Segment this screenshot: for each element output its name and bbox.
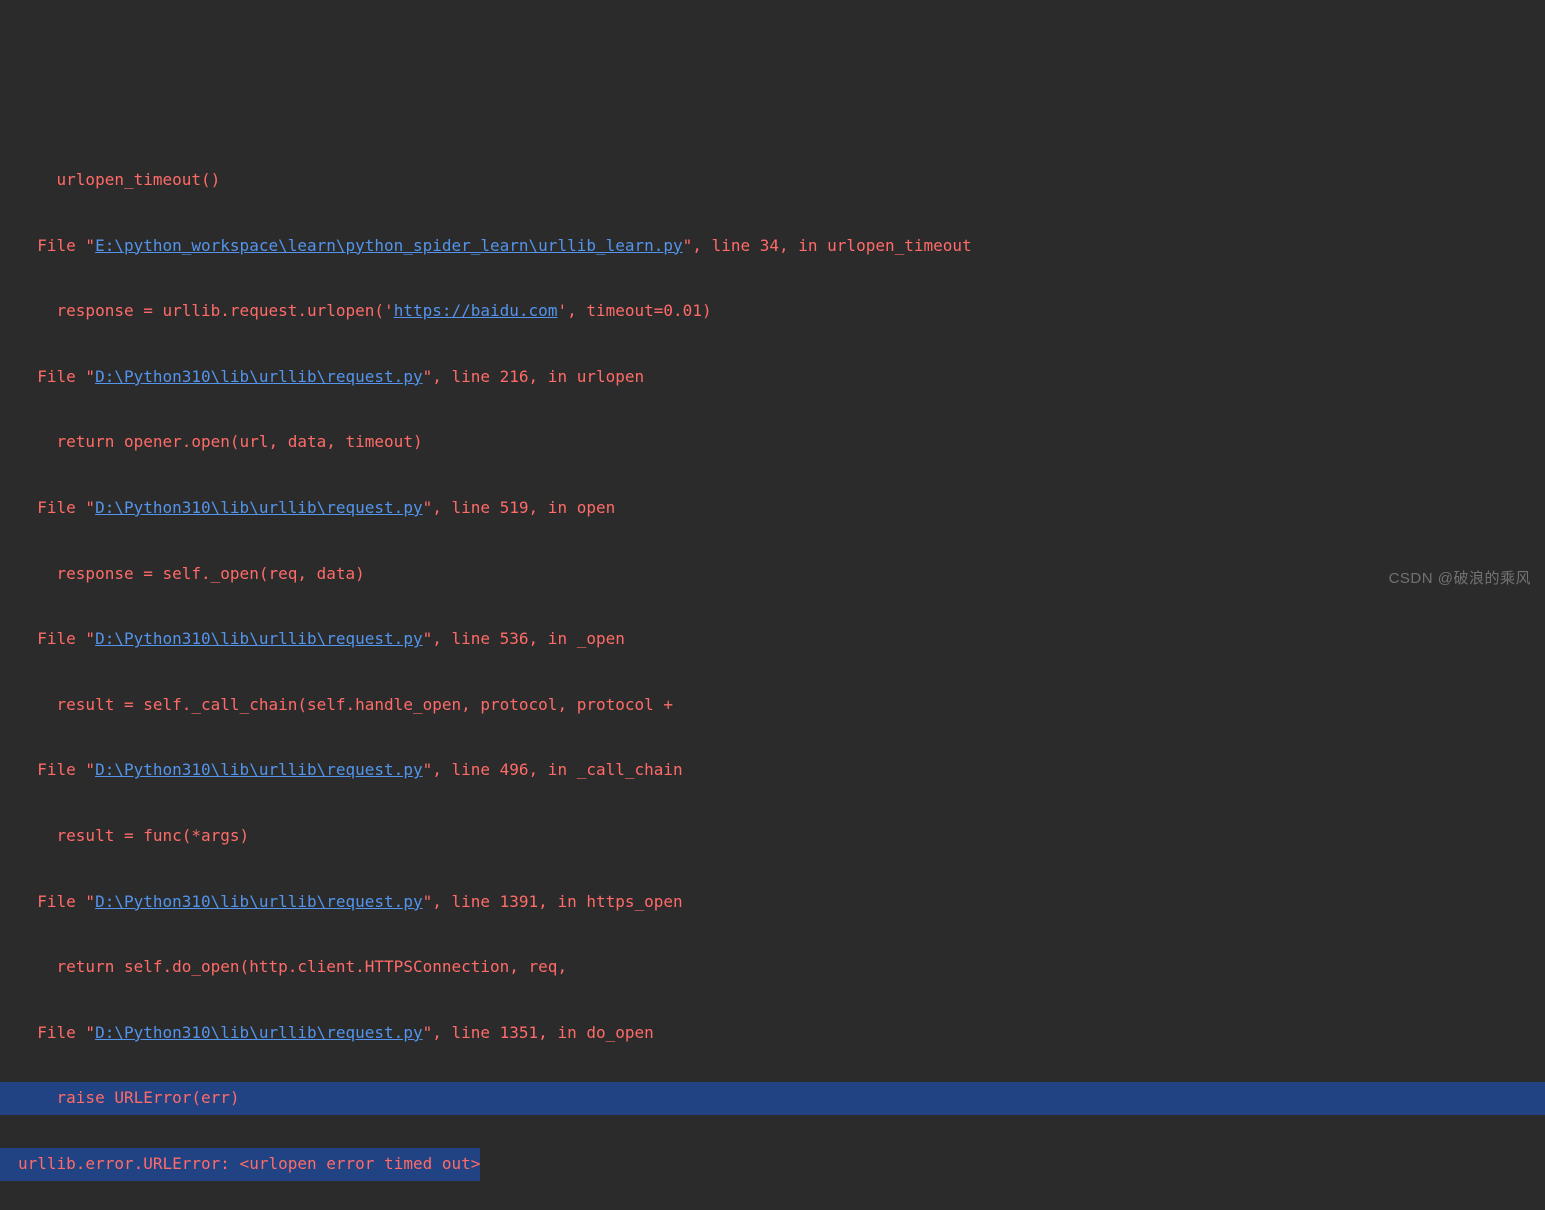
file-path-link[interactable]: E:\python_workspace\learn\python_spider_… [95,236,683,255]
file-prefix: File " [18,498,95,517]
file-prefix: File " [18,1023,95,1042]
trace-code-line: response = self._open(req, data) [18,558,1545,591]
file-prefix: File " [18,760,95,779]
file-suffix: ", line 216, in urlopen [423,367,645,386]
file-suffix: ", line 496, in _call_chain [423,760,683,779]
file-suffix: ", line 1351, in do_open [423,1023,654,1042]
file-suffix: ", line 1391, in https_open [423,892,683,911]
trace-file-line: File "D:\Python310\lib\urllib\request.py… [18,886,1545,919]
trace-code-line: result = func(*args) [18,820,1545,853]
url-link[interactable]: https://baidu.com [394,301,558,320]
trace-code-line: return opener.open(url, data, timeout) [18,426,1545,459]
file-prefix: File " [18,892,95,911]
file-path-link[interactable]: D:\Python310\lib\urllib\request.py [95,760,423,779]
selected-line[interactable]: raise URLError(err) [0,1082,1545,1115]
file-path-link[interactable]: D:\Python310\lib\urllib\request.py [95,367,423,386]
code-text: ', timeout=0.01) [557,301,711,320]
trace-file-line: File "E:\python_workspace\learn\python_s… [18,230,1545,263]
file-prefix: File " [18,367,95,386]
file-path-link[interactable]: D:\Python310\lib\urllib\request.py [95,498,423,517]
trace-code-line: response = urllib.request.urlopen('https… [18,295,1545,328]
trace-code-line: result = self._call_chain(self.handle_op… [18,689,1545,722]
trace-file-line: File "D:\Python310\lib\urllib\request.py… [18,623,1545,656]
file-suffix: ", line 536, in _open [423,629,625,648]
file-path-link[interactable]: D:\Python310\lib\urllib\request.py [95,1023,423,1042]
file-suffix: ", line 34, in urlopen_timeout [683,236,972,255]
file-path-link[interactable]: D:\Python310\lib\urllib\request.py [95,629,423,648]
trace-code-line: urlopen_timeout() [18,164,1545,197]
error-line: urllib.error.URLError: <urlopen error ti… [0,1148,1545,1181]
file-suffix: ", line 519, in open [423,498,616,517]
trace-file-line: File "D:\Python310\lib\urllib\request.py… [18,754,1545,787]
file-prefix: File " [18,629,95,648]
file-prefix: File " [18,236,95,255]
trace-file-line: File "D:\Python310\lib\urllib\request.py… [18,492,1545,525]
trace-file-line: File "D:\Python310\lib\urllib\request.py… [18,361,1545,394]
trace-code-line: raise URLError(err) [18,1088,240,1107]
code-text: response = urllib.request.urlopen(' [18,301,394,320]
selected-error-text[interactable]: urllib.error.URLError: <urlopen error ti… [0,1148,480,1181]
trace-code-line: return self.do_open(http.client.HTTPSCon… [18,951,1545,984]
trace-file-line: File "D:\Python310\lib\urllib\request.py… [18,1017,1545,1050]
csdn-watermark: CSDN @破浪的乘风 [1389,564,1531,595]
file-path-link[interactable]: D:\Python310\lib\urllib\request.py [95,892,423,911]
console-output[interactable]: urlopen_timeout() File "E:\python_worksp… [0,131,1545,1210]
